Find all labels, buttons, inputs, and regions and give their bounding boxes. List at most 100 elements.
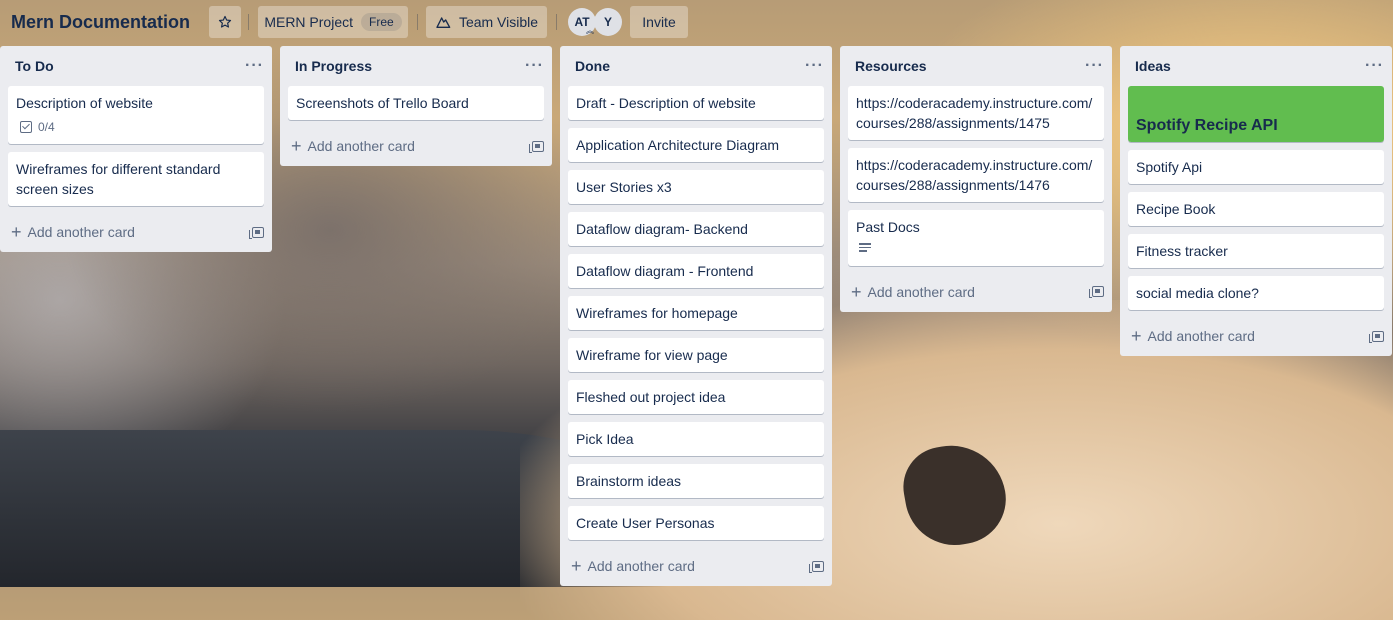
card[interactable]: Past Docs (848, 210, 1104, 266)
card[interactable]: Wireframes for different standard screen… (8, 152, 264, 206)
card-title: Wireframe for view page (576, 347, 728, 363)
template-icon[interactable] (249, 226, 264, 239)
list-title[interactable]: In Progress (295, 58, 372, 74)
board-title[interactable]: Mern Documentation (11, 12, 190, 33)
list-title[interactable]: Done (575, 58, 610, 74)
visibility-button[interactable]: Team Visible (426, 6, 547, 38)
member-avatar[interactable]: Y (594, 8, 622, 36)
add-card-button[interactable]: + Add another card (1131, 326, 1255, 346)
add-card-row: + Add another card (560, 548, 832, 584)
list-menu-icon[interactable]: ··· (525, 57, 544, 75)
list-resources: Resources ··· https://coderacademy.instr… (840, 46, 1112, 312)
card[interactable]: User Stories x3 (568, 170, 824, 204)
invite-button[interactable]: Invite (630, 6, 688, 38)
header-divider (417, 14, 418, 30)
card-title: Recipe Book (1136, 201, 1216, 217)
card[interactable]: Screenshots of Trello Board (288, 86, 544, 120)
card[interactable]: Description of website 0/4 (8, 86, 264, 144)
card-title: Dataflow diagram- Backend (576, 221, 748, 237)
template-icon[interactable] (809, 560, 824, 573)
visibility-label: Team Visible (458, 14, 539, 30)
card-title: Past Docs (856, 219, 920, 235)
template-icon[interactable] (1089, 286, 1104, 298)
card[interactable]: Pick Idea (568, 422, 824, 456)
list-menu-icon[interactable]: ··· (1365, 57, 1384, 75)
card[interactable]: Fitness tracker (1128, 234, 1384, 268)
invite-label: Invite (642, 14, 676, 30)
add-card-row: + Add another card (280, 128, 552, 164)
checklist-icon (20, 121, 32, 133)
list-header: Done ··· (560, 46, 832, 86)
card-title: https://coderacademy.instructure.com/cou… (856, 95, 1093, 131)
add-card-button[interactable]: + Add another card (291, 136, 415, 156)
free-badge: Free (361, 13, 402, 31)
card[interactable]: https://coderacademy.instructure.com/cou… (848, 86, 1104, 140)
list-done: Done ··· Draft - Description of website … (560, 46, 832, 586)
card-title: User Stories x3 (576, 179, 672, 195)
list-menu-icon[interactable]: ··· (1085, 57, 1104, 75)
plus-icon: + (291, 136, 302, 156)
card-cover: Spotify Recipe API (1128, 86, 1384, 142)
template-icon[interactable] (529, 140, 544, 153)
card[interactable]: Create User Personas (568, 506, 824, 540)
card-title: Brainstorm ideas (576, 473, 682, 489)
add-card-label: Add another card (27, 224, 135, 240)
list-header: Resources ··· (840, 46, 1112, 86)
card-with-cover[interactable]: Spotify Recipe API (1128, 86, 1384, 142)
card-title: Fleshed out project idea (576, 389, 726, 405)
list-header: In Progress ··· (280, 46, 552, 86)
card-title: Screenshots of Trello Board (296, 95, 469, 111)
workspace-label: MERN Project (264, 14, 353, 30)
card[interactable]: Recipe Book (1128, 192, 1384, 226)
list-menu-icon[interactable]: ··· (245, 57, 264, 75)
list-title[interactable]: Resources (855, 58, 927, 74)
list-ideas: Ideas ··· Spotify Recipe API Spotify Api… (1120, 46, 1392, 356)
plus-icon: + (1131, 326, 1142, 346)
checklist-badge: 0/4 (16, 117, 256, 137)
list-header: Ideas ··· (1120, 46, 1392, 86)
member-initials: Y (603, 15, 612, 29)
description-icon (859, 243, 871, 254)
add-card-button[interactable]: + Add another card (571, 556, 695, 576)
card[interactable]: https://coderacademy.instructure.com/cou… (848, 148, 1104, 202)
card[interactable]: Dataflow diagram - Frontend (568, 254, 824, 288)
template-icon[interactable] (1369, 330, 1384, 343)
list-title[interactable]: Ideas (1135, 58, 1171, 74)
card-title: Wireframes for different standard screen… (16, 161, 221, 197)
star-icon (218, 15, 232, 28)
card[interactable]: Brainstorm ideas (568, 464, 824, 498)
card-title: social media clone? (1136, 285, 1259, 301)
plus-icon: + (571, 556, 582, 576)
workspace-button[interactable]: MERN Project Free (258, 6, 408, 38)
add-card-label: Add another card (1147, 328, 1255, 344)
add-card-button[interactable]: + Add another card (11, 222, 135, 242)
add-card-button[interactable]: + Add another card (851, 281, 975, 302)
card[interactable]: Fleshed out project idea (568, 380, 824, 414)
admin-chevron-icon: ︽ (586, 26, 594, 35)
add-card-row: + Add another card (840, 274, 1112, 310)
card[interactable]: Application Architecture Diagram (568, 128, 824, 162)
card[interactable]: Spotify Api (1128, 150, 1384, 184)
list-menu-icon[interactable]: ··· (805, 57, 824, 75)
card[interactable]: social media clone? (1128, 276, 1384, 310)
add-card-label: Add another card (307, 138, 415, 154)
card[interactable]: Wireframes for homepage (568, 296, 824, 330)
card[interactable]: Wireframe for view page (568, 338, 824, 372)
list-title[interactable]: To Do (15, 58, 54, 74)
board-header: Mern Documentation MERN Project Free Tea… (0, 0, 1393, 44)
plus-icon: + (851, 281, 862, 302)
team-visibility-icon (436, 17, 451, 29)
card[interactable]: Dataflow diagram- Backend (568, 212, 824, 246)
card-title: Dataflow diagram - Frontend (576, 263, 754, 279)
checklist-count: 0/4 (38, 120, 55, 134)
add-card-label: Add another card (867, 283, 975, 300)
add-card-label: Add another card (587, 558, 695, 574)
list-in-progress: In Progress ··· Screenshots of Trello Bo… (280, 46, 552, 166)
star-button[interactable] (209, 6, 241, 38)
list-header: To Do ··· (0, 46, 272, 86)
card-title: https://coderacademy.instructure.com/cou… (856, 157, 1093, 193)
plus-icon: + (11, 222, 22, 242)
card-title: Application Architecture Diagram (576, 137, 780, 153)
card[interactable]: Draft - Description of website (568, 86, 824, 120)
card-title: Spotify Api (1136, 159, 1203, 175)
